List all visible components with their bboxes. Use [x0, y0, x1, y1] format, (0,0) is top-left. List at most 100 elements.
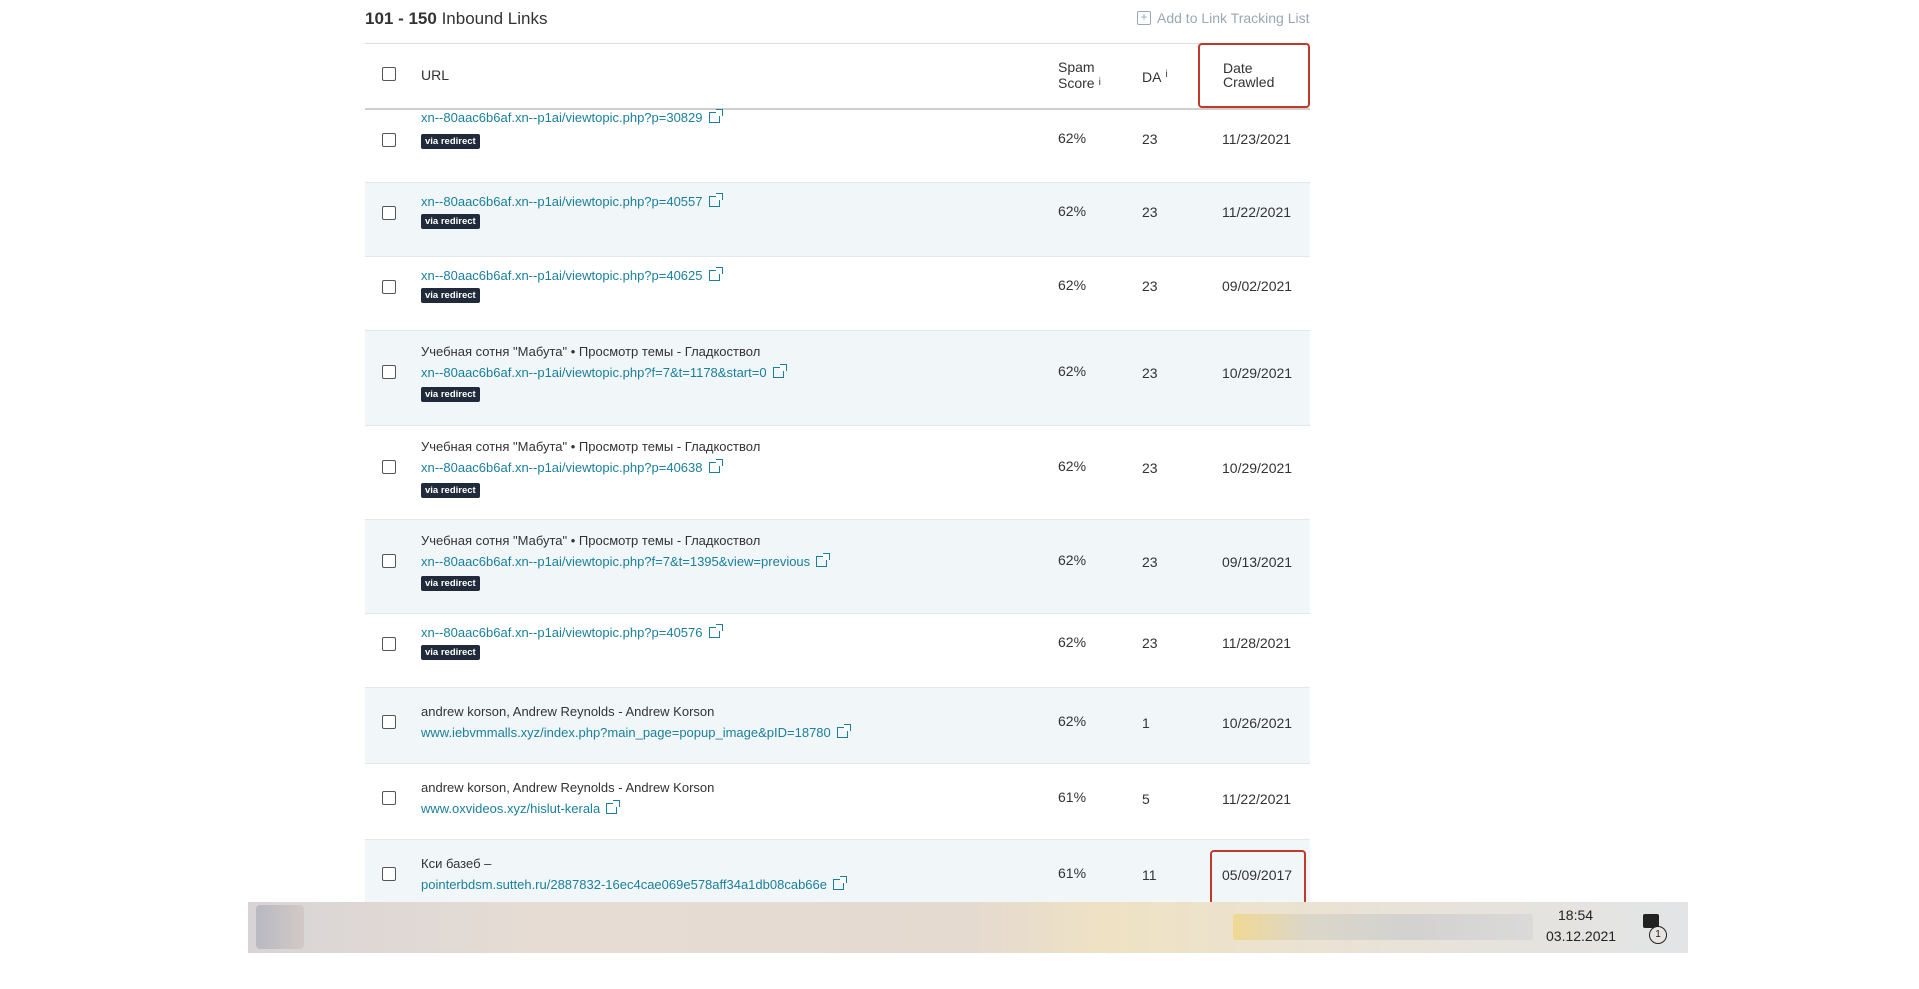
backlink-url[interactable]: xn--80aac6b6af.xn--p1ai/viewtopic.php?f=…: [421, 364, 787, 380]
page-title: andrew korson, Andrew Reynolds - Andrew …: [421, 704, 715, 719]
table-row: xn--80aac6b6af.xn--p1ai/viewtopic.php?p=…: [365, 614, 1310, 688]
row-checkbox[interactable]: [382, 365, 396, 379]
via-redirect-badge: via redirect: [421, 483, 480, 498]
external-link-icon: [772, 364, 787, 378]
url-text: xn--80aac6b6af.xn--p1ai/viewtopic.php?f=…: [421, 554, 811, 569]
domain-authority: 11: [1142, 867, 1157, 883]
row-checkbox[interactable]: [382, 637, 396, 651]
info-icon[interactable]: i: [1099, 77, 1101, 88]
table-row: xn--80aac6b6af.xn--p1ai/viewtopic.php?p=…: [365, 257, 1310, 331]
domain-authority: 1: [1142, 715, 1150, 731]
taskbar-app-thumbnail[interactable]: [256, 905, 304, 949]
backlink-url[interactable]: xn--80aac6b6af.xn--p1ai/viewtopic.php?f=…: [421, 553, 831, 569]
add-tracking-label: Add to Link Tracking List: [1157, 10, 1310, 26]
row-checkbox[interactable]: [382, 791, 396, 805]
table-row: xn--80aac6b6af.xn--p1ai/viewtopic.php?p=…: [365, 183, 1310, 257]
date-crawled: 10/29/2021: [1222, 365, 1293, 381]
spam-score: 62%: [1058, 130, 1087, 146]
date-crawled: 09/02/2021: [1222, 278, 1293, 294]
spam-score: 62%: [1058, 552, 1087, 568]
backlink-url[interactable]: pointerbdsm.sutteh.ru/2887832-16ec4cae06…: [421, 876, 847, 892]
page-title: Учебная сотня "Мабута" • Просмотр темы -…: [421, 533, 761, 548]
page-title: andrew korson, Andrew Reynolds - Andrew …: [421, 780, 715, 795]
backlink-url[interactable]: xn--80aac6b6af.xn--p1ai/viewtopic.php?p=…: [421, 193, 723, 209]
row-checkbox[interactable]: [382, 133, 396, 147]
via-redirect-badge: via redirect: [421, 387, 480, 402]
spam-header-line2: Score: [1058, 75, 1095, 91]
column-header-da[interactable]: DA i: [1142, 69, 1168, 85]
url-text: xn--80aac6b6af.xn--p1ai/viewtopic.php?p=…: [421, 625, 703, 640]
table-row: xn--80aac6b6af.xn--p1ai/viewtopic.php?p=…: [365, 109, 1310, 183]
external-link-icon: [708, 459, 723, 473]
row-checkbox[interactable]: [382, 280, 396, 294]
spam-header-line1: Spam: [1058, 59, 1095, 75]
external-link-icon: [708, 193, 723, 207]
external-link-icon: [816, 553, 831, 567]
spam-score: 62%: [1058, 363, 1087, 379]
table-row: Учебная сотня "Мабута" • Просмотр темы -…: [365, 520, 1310, 614]
table-row: andrew korson, Andrew Reynolds - Andrew …: [365, 764, 1310, 840]
info-icon[interactable]: i: [1165, 69, 1167, 80]
domain-authority: 23: [1142, 131, 1158, 147]
domain-authority: 23: [1142, 204, 1158, 220]
date-crawled: 11/28/2021: [1222, 635, 1292, 651]
range-label: Inbound Links: [441, 9, 548, 28]
domain-authority: 23: [1142, 460, 1158, 476]
row-checkbox[interactable]: [382, 206, 396, 220]
backlink-url[interactable]: xn--80aac6b6af.xn--p1ai/viewtopic.php?p=…: [421, 267, 723, 283]
domain-authority: 5: [1142, 791, 1150, 807]
date-crawled: 10/29/2021: [1222, 460, 1293, 476]
domain-authority: 23: [1142, 554, 1158, 570]
url-text: www.iebvmmalls.xyz/index.php?main_page=p…: [421, 725, 831, 740]
backlink-url[interactable]: www.iebvmmalls.xyz/index.php?main_page=p…: [421, 724, 851, 740]
taskbar: 18:54 03.12.2021 1: [248, 902, 1688, 953]
backlink-url[interactable]: xn--80aac6b6af.xn--p1ai/viewtopic.php?p=…: [421, 109, 723, 125]
date-crawled-highlight: [1198, 43, 1310, 108]
domain-authority: 23: [1142, 365, 1158, 381]
backlink-url[interactable]: xn--80aac6b6af.xn--p1ai/viewtopic.php?p=…: [421, 624, 723, 640]
da-header-label: DA: [1142, 69, 1162, 85]
external-link-icon: [832, 876, 847, 890]
domain-authority: 23: [1142, 635, 1158, 651]
date-crawled: 11/22/2021: [1222, 204, 1292, 220]
via-redirect-badge: via redirect: [421, 134, 480, 149]
url-text: xn--80aac6b6af.xn--p1ai/viewtopic.php?p=…: [421, 268, 703, 283]
spam-score: 62%: [1058, 203, 1087, 219]
backlink-url[interactable]: www.oxvideos.xyz/hislut-kerala: [421, 800, 621, 816]
url-text: www.oxvideos.xyz/hislut-kerala: [421, 801, 601, 816]
row-checkbox[interactable]: [382, 554, 396, 568]
date-crawled: 10/26/2021: [1222, 715, 1293, 731]
page-title: Кси базеб –: [421, 856, 492, 871]
select-all-checkbox[interactable]: [382, 67, 396, 81]
column-header-url[interactable]: URL: [421, 67, 449, 83]
url-text: xn--80aac6b6af.xn--p1ai/viewtopic.php?p=…: [421, 194, 703, 209]
domain-authority: 23: [1142, 278, 1158, 294]
table-row: Учебная сотня "Мабута" • Просмотр темы -…: [365, 426, 1310, 520]
url-text: xn--80aac6b6af.xn--p1ai/viewtopic.php?p=…: [421, 110, 703, 125]
url-text: xn--80aac6b6af.xn--p1ai/viewtopic.php?p=…: [421, 460, 703, 475]
clock-date[interactable]: 03.12.2021: [1546, 928, 1616, 944]
row-checkbox[interactable]: [382, 460, 396, 474]
old-date-highlight: [1210, 850, 1306, 905]
via-redirect-badge: via redirect: [421, 214, 480, 229]
clock-time[interactable]: 18:54: [1558, 907, 1593, 923]
via-redirect-badge: via redirect: [421, 645, 480, 660]
range-numbers: 101 - 150: [365, 9, 437, 28]
table-row: Учебная сотня "Мабута" • Просмотр темы -…: [365, 331, 1310, 426]
table-row: andrew korson, Andrew Reynolds - Andrew …: [365, 688, 1310, 764]
external-link-icon: [708, 267, 723, 281]
via-redirect-badge: via redirect: [421, 576, 480, 591]
taskbar-blurred-area: [1233, 914, 1533, 940]
spam-score: 62%: [1058, 634, 1087, 650]
column-header-spam-score[interactable]: Spam Score i: [1058, 59, 1101, 91]
date-crawled: 11/23/2021: [1222, 131, 1292, 147]
external-link-icon: [708, 109, 723, 123]
row-checkbox[interactable]: [382, 715, 396, 729]
table-header: URL Spam Score i DA i Date Crawled: [365, 43, 1310, 110]
spam-score: 62%: [1058, 458, 1087, 474]
add-to-link-tracking-button[interactable]: + Add to Link Tracking List: [1137, 10, 1310, 26]
spam-score: 61%: [1058, 789, 1087, 805]
row-checkbox[interactable]: [382, 867, 396, 881]
date-crawled: 09/13/2021: [1222, 554, 1293, 570]
backlink-url[interactable]: xn--80aac6b6af.xn--p1ai/viewtopic.php?p=…: [421, 459, 723, 475]
